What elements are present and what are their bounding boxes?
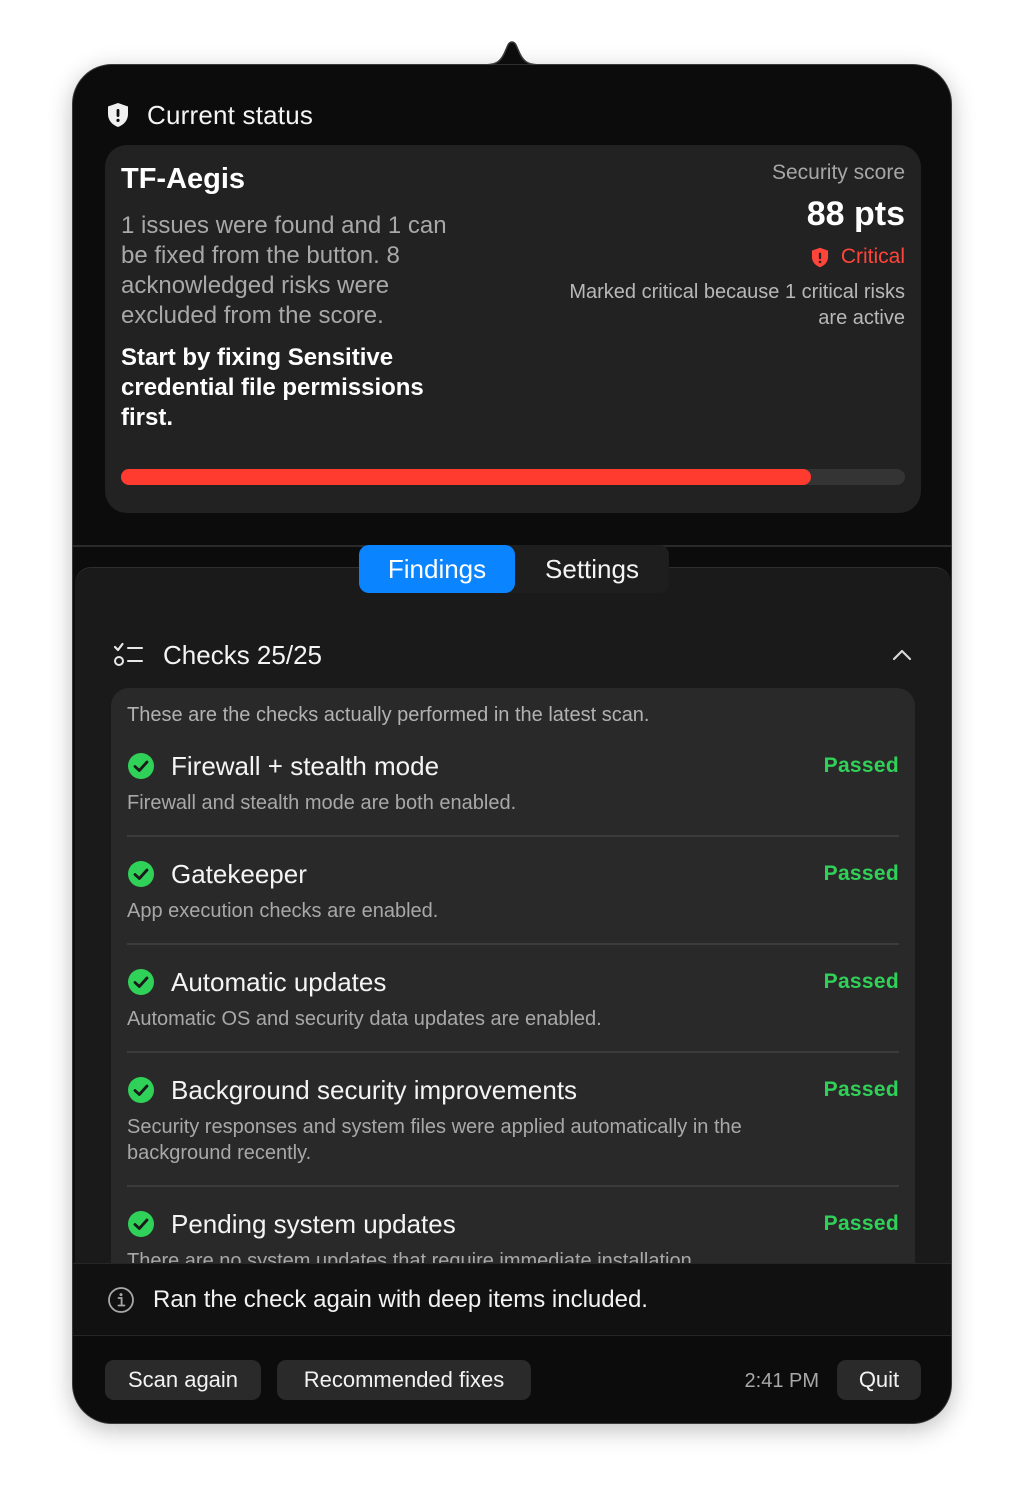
check-description: App execution checks are enabled. — [127, 900, 439, 922]
app-name: TF-Aegis — [121, 163, 246, 195]
quit-button[interactable]: Quit — [837, 1360, 921, 1400]
check-circle-icon — [128, 753, 154, 779]
scan-note: Ran the check again with deep items incl… — [73, 1263, 951, 1335]
severity-reason: Marked critical because 1 critical risks… — [569, 281, 905, 329]
popover-arrow — [482, 41, 542, 68]
check-status: Passed — [823, 970, 899, 993]
score-label: Security score — [771, 161, 905, 184]
check-name: Pending system updates — [171, 1208, 456, 1239]
check-row: Pending system updates Passed There are … — [127, 1206, 899, 1268]
severity-badge: Critical — [811, 245, 905, 269]
check-circle-icon — [128, 861, 154, 887]
row-divider — [127, 1051, 899, 1053]
checks-list[interactable]: These are the checks actually performed … — [111, 688, 915, 1267]
check-row: Gatekeeper Passed App execution checks a… — [127, 856, 899, 924]
status-popover: Current status TF-Aegis 1 issues were fo… — [72, 64, 952, 1424]
chevron-up-icon[interactable] — [891, 648, 913, 662]
severity-label: Critical — [840, 245, 905, 268]
check-circle-icon — [128, 969, 154, 995]
checks-intro: These are the checks actually performed … — [127, 704, 650, 726]
check-circle-icon — [128, 1211, 154, 1237]
check-name: Automatic updates — [171, 966, 387, 997]
check-description: Firewall and stealth mode are both enabl… — [127, 792, 517, 814]
advice-text: Start by fixing Sensitive credential fil… — [121, 344, 424, 431]
score-value: 88 pts — [806, 195, 905, 233]
score-progress-fill — [121, 469, 811, 485]
check-name: Background security improvements — [171, 1074, 578, 1105]
row-divider — [127, 835, 899, 837]
checks-title: Checks 25/25 — [163, 639, 322, 670]
row-divider — [127, 943, 899, 945]
check-status: Passed — [823, 1212, 899, 1235]
check-name: Gatekeeper — [171, 858, 307, 889]
info-icon — [108, 1286, 134, 1313]
checklist-icon — [113, 642, 143, 666]
check-description: Security responses and system files were… — [127, 1116, 742, 1164]
checks-section-header[interactable]: Checks 25/25 — [113, 638, 913, 672]
bottom-toolbar: Scan again Recommended fixes 2:41 PM Qui… — [73, 1335, 951, 1423]
check-status: Passed — [823, 1078, 899, 1101]
scan-note-text: Ran the check again with deep items incl… — [153, 1285, 648, 1313]
check-description: Automatic OS and security data updates a… — [127, 1008, 602, 1030]
recommended-fixes-button[interactable]: Recommended fixes — [277, 1360, 531, 1400]
score-progress-bar — [121, 469, 905, 485]
tab-findings[interactable]: Findings — [359, 545, 515, 593]
clock-time: 2:41 PM — [744, 1370, 819, 1392]
status-header: Current status — [107, 99, 313, 131]
header-title: Current status — [147, 99, 314, 130]
shield-icon — [108, 103, 128, 127]
check-status: Passed — [823, 754, 899, 777]
scan-summary: 1 issues were found and 1 can be fixed f… — [121, 212, 447, 329]
check-row: Automatic updates Passed Automatic OS an… — [127, 964, 899, 1032]
scan-again-button[interactable]: Scan again — [105, 1360, 261, 1400]
check-name: Firewall + stealth mode — [171, 750, 440, 781]
status-card: TF-Aegis 1 issues were found and 1 can b… — [105, 145, 921, 513]
check-circle-icon — [128, 1077, 154, 1103]
tab-settings[interactable]: Settings — [515, 545, 669, 593]
segmented-control: Findings Settings — [359, 545, 669, 593]
check-status: Passed — [823, 862, 899, 885]
shield-alert-icon — [811, 247, 828, 267]
check-row: Background security improvements Passed … — [127, 1072, 899, 1166]
check-row: Firewall + stealth mode Passed Firewall … — [127, 748, 899, 816]
findings-panel: Checks 25/25 These are the checks actual… — [75, 567, 951, 1267]
row-divider — [127, 1185, 899, 1187]
